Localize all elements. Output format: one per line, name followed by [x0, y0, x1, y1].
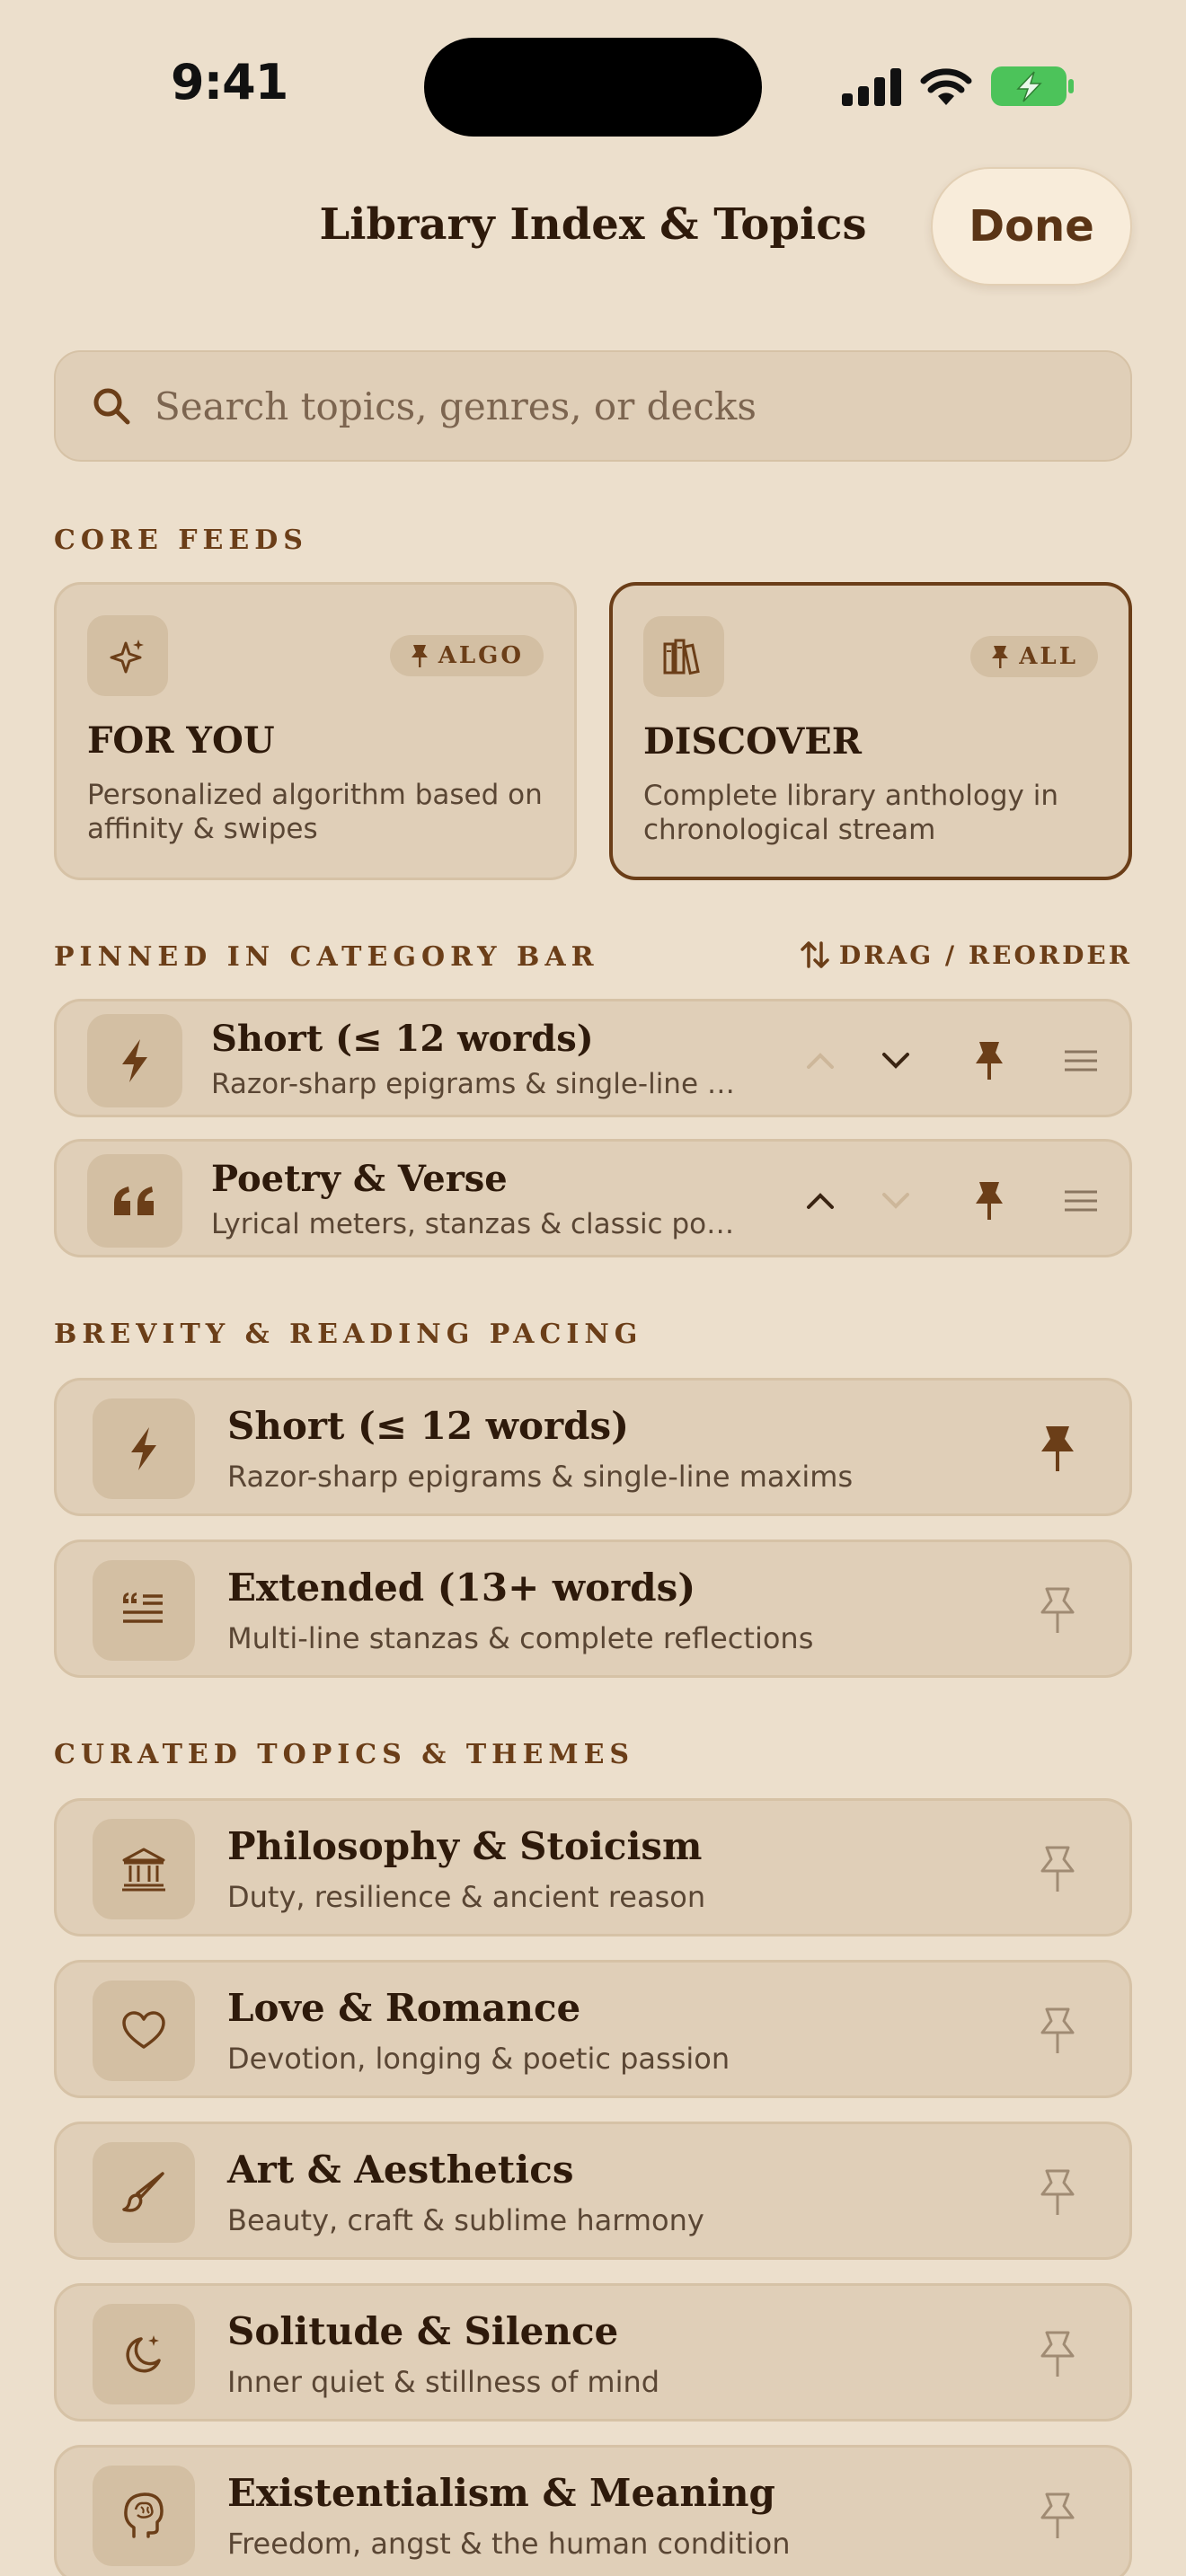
move-up-button[interactable] — [797, 1037, 844, 1084]
drag-handle-icon — [1065, 1190, 1097, 1212]
topic-title: Solitude & Silence — [227, 2309, 619, 2353]
topic-title: Short (≤ 12 words) — [227, 1404, 629, 1448]
topic-subtitle: Multi-line stanzas & complete reflection… — [227, 1621, 814, 1655]
columns-icon — [93, 1819, 195, 1919]
wifi-icon — [920, 68, 972, 105]
topic-title: Love & Romance — [227, 1986, 581, 2030]
text-lines-icon — [93, 1560, 195, 1661]
feed-card-discover[interactable]: ALL DISCOVER Complete library anthology … — [609, 582, 1132, 880]
pin-toggle-button[interactable] — [1031, 2166, 1084, 2219]
topic-row-short[interactable]: Short (≤ 12 words) Razor-sharp epigrams … — [54, 1378, 1132, 1516]
chevron-up-icon — [807, 1053, 834, 1069]
pin-toggle-button[interactable] — [1031, 2489, 1084, 2543]
search-placeholder: Search topics, genres, or decks — [155, 384, 757, 428]
quote-icon — [87, 1154, 182, 1248]
dynamic-island — [424, 38, 762, 137]
pinned-row-short[interactable]: Short (≤ 12 words) Razor-sharp epigrams … — [54, 999, 1132, 1117]
feed-badge: ALL — [970, 636, 1098, 677]
topic-title: Extended (13+ words) — [227, 1566, 696, 1610]
pin-filled-icon — [976, 1042, 1003, 1080]
section-label-brevity: BREVITY & READING PACING — [54, 1319, 643, 1350]
topic-row-extended[interactable]: Extended (13+ words) Multi-line stanzas … — [54, 1539, 1132, 1678]
heart-icon — [93, 1981, 195, 2081]
topic-row-art[interactable]: Art & Aesthetics Beauty, craft & sublime… — [54, 2122, 1132, 2260]
bolt-icon — [87, 1014, 182, 1107]
topic-row-existentialism[interactable]: Existentialism & Meaning Freedom, angst … — [54, 2445, 1132, 2576]
topic-title: Existentialism & Meaning — [227, 2471, 775, 2515]
drag-handle[interactable] — [1058, 1037, 1104, 1084]
topic-row-philosophy[interactable]: Philosophy & Stoicism Duty, resilience &… — [54, 1798, 1132, 1936]
feed-card-for-you[interactable]: ALGO FOR YOU Personalized algorithm base… — [54, 582, 577, 880]
section-label-topics: CURATED TOPICS & THEMES — [54, 1739, 635, 1770]
chevron-up-icon — [807, 1193, 834, 1209]
pinned-row-subtitle: Razor-sharp epigrams & single-line maxim… — [211, 1068, 741, 1100]
reorder-hint: DRAG / REORDER — [800, 940, 1132, 970]
chevron-down-icon — [882, 1053, 909, 1069]
topic-subtitle: Beauty, craft & sublime harmony — [227, 2203, 704, 2237]
pin-outline-icon — [1040, 2331, 1075, 2377]
search-icon — [93, 388, 130, 425]
pinned-row-poetry[interactable]: Poetry & Verse Lyrical meters, stanzas &… — [54, 1139, 1132, 1257]
feed-badge-label: ALGO — [438, 642, 524, 669]
unpin-button[interactable] — [966, 1037, 1013, 1084]
pinned-row-title: Poetry & Verse — [211, 1158, 508, 1200]
brush-icon — [93, 2142, 195, 2243]
moon-icon — [93, 2304, 195, 2404]
pin-outline-icon — [1040, 2169, 1075, 2215]
topic-row-solitude[interactable]: Solitude & Silence Inner quiet & stillne… — [54, 2283, 1132, 2422]
pin-toggle-button[interactable] — [1031, 1842, 1084, 1896]
pin-outline-icon — [1040, 2492, 1075, 2538]
feed-title: FOR YOU — [87, 719, 275, 762]
pin-toggle-button[interactable] — [1031, 1584, 1084, 1637]
signal-icon — [842, 68, 901, 106]
move-up-button[interactable] — [797, 1178, 844, 1224]
head-icon — [93, 2466, 195, 2566]
pin-icon — [411, 645, 428, 667]
status-icons — [840, 63, 1075, 110]
pin-outline-icon — [1040, 1846, 1075, 1892]
section-label-core-feeds: CORE FEEDS — [54, 525, 308, 556]
bolt-icon — [93, 1398, 195, 1499]
feed-title: DISCOVER — [643, 720, 863, 763]
topic-subtitle: Inner quiet & stillness of mind — [227, 2365, 660, 2399]
chevron-down-icon — [882, 1193, 909, 1209]
sparkle-icon — [87, 615, 168, 696]
feed-badge: ALGO — [389, 635, 544, 676]
unpin-button[interactable] — [966, 1178, 1013, 1224]
pin-filled-icon — [1041, 1426, 1074, 1471]
battery-icon — [991, 66, 1074, 106]
pin-toggle-button[interactable] — [1031, 2327, 1084, 2381]
topic-title: Philosophy & Stoicism — [227, 1824, 703, 1868]
topic-subtitle: Freedom, angst & the human condition — [227, 2527, 791, 2561]
section-label-pinned: PINNED IN CATEGORY BAR — [54, 941, 599, 973]
topic-title: Art & Aesthetics — [227, 2148, 574, 2192]
reorder-hint-label: DRAG / REORDER — [838, 940, 1132, 970]
drag-handle-icon — [1065, 1050, 1097, 1072]
move-down-button[interactable] — [872, 1037, 919, 1084]
pin-icon — [992, 646, 1009, 668]
pin-toggle-button[interactable] — [1031, 1422, 1084, 1476]
pinned-row-subtitle: Lyrical meters, stanzas & classic poetry — [211, 1208, 741, 1240]
books-icon — [643, 616, 724, 697]
done-button[interactable]: Done — [931, 167, 1132, 286]
topic-subtitle: Duty, resilience & ancient reason — [227, 1880, 706, 1914]
pin-toggle-button[interactable] — [1031, 2004, 1084, 2058]
topic-row-love[interactable]: Love & Romance Devotion, longing & poeti… — [54, 1960, 1132, 2098]
pin-filled-icon — [976, 1182, 1003, 1220]
search-input[interactable]: Search topics, genres, or decks — [54, 350, 1132, 462]
pin-outline-icon — [1040, 1587, 1075, 1633]
feed-description: Personalized algorithm based on affinity… — [87, 779, 543, 845]
sort-arrows-icon — [801, 941, 829, 968]
move-down-button[interactable] — [872, 1178, 919, 1224]
topic-subtitle: Razor-sharp epigrams & single-line maxim… — [227, 1460, 854, 1494]
pinned-row-title: Short (≤ 12 words) — [211, 1018, 594, 1060]
drag-handle[interactable] — [1058, 1178, 1104, 1224]
topic-subtitle: Devotion, longing & poetic passion — [227, 2042, 730, 2076]
status-time: 9:41 — [171, 54, 288, 110]
feed-description: Complete library anthology in chronologi… — [643, 780, 1058, 846]
feed-badge-label: ALL — [1019, 643, 1078, 670]
pin-outline-icon — [1040, 2007, 1075, 2053]
